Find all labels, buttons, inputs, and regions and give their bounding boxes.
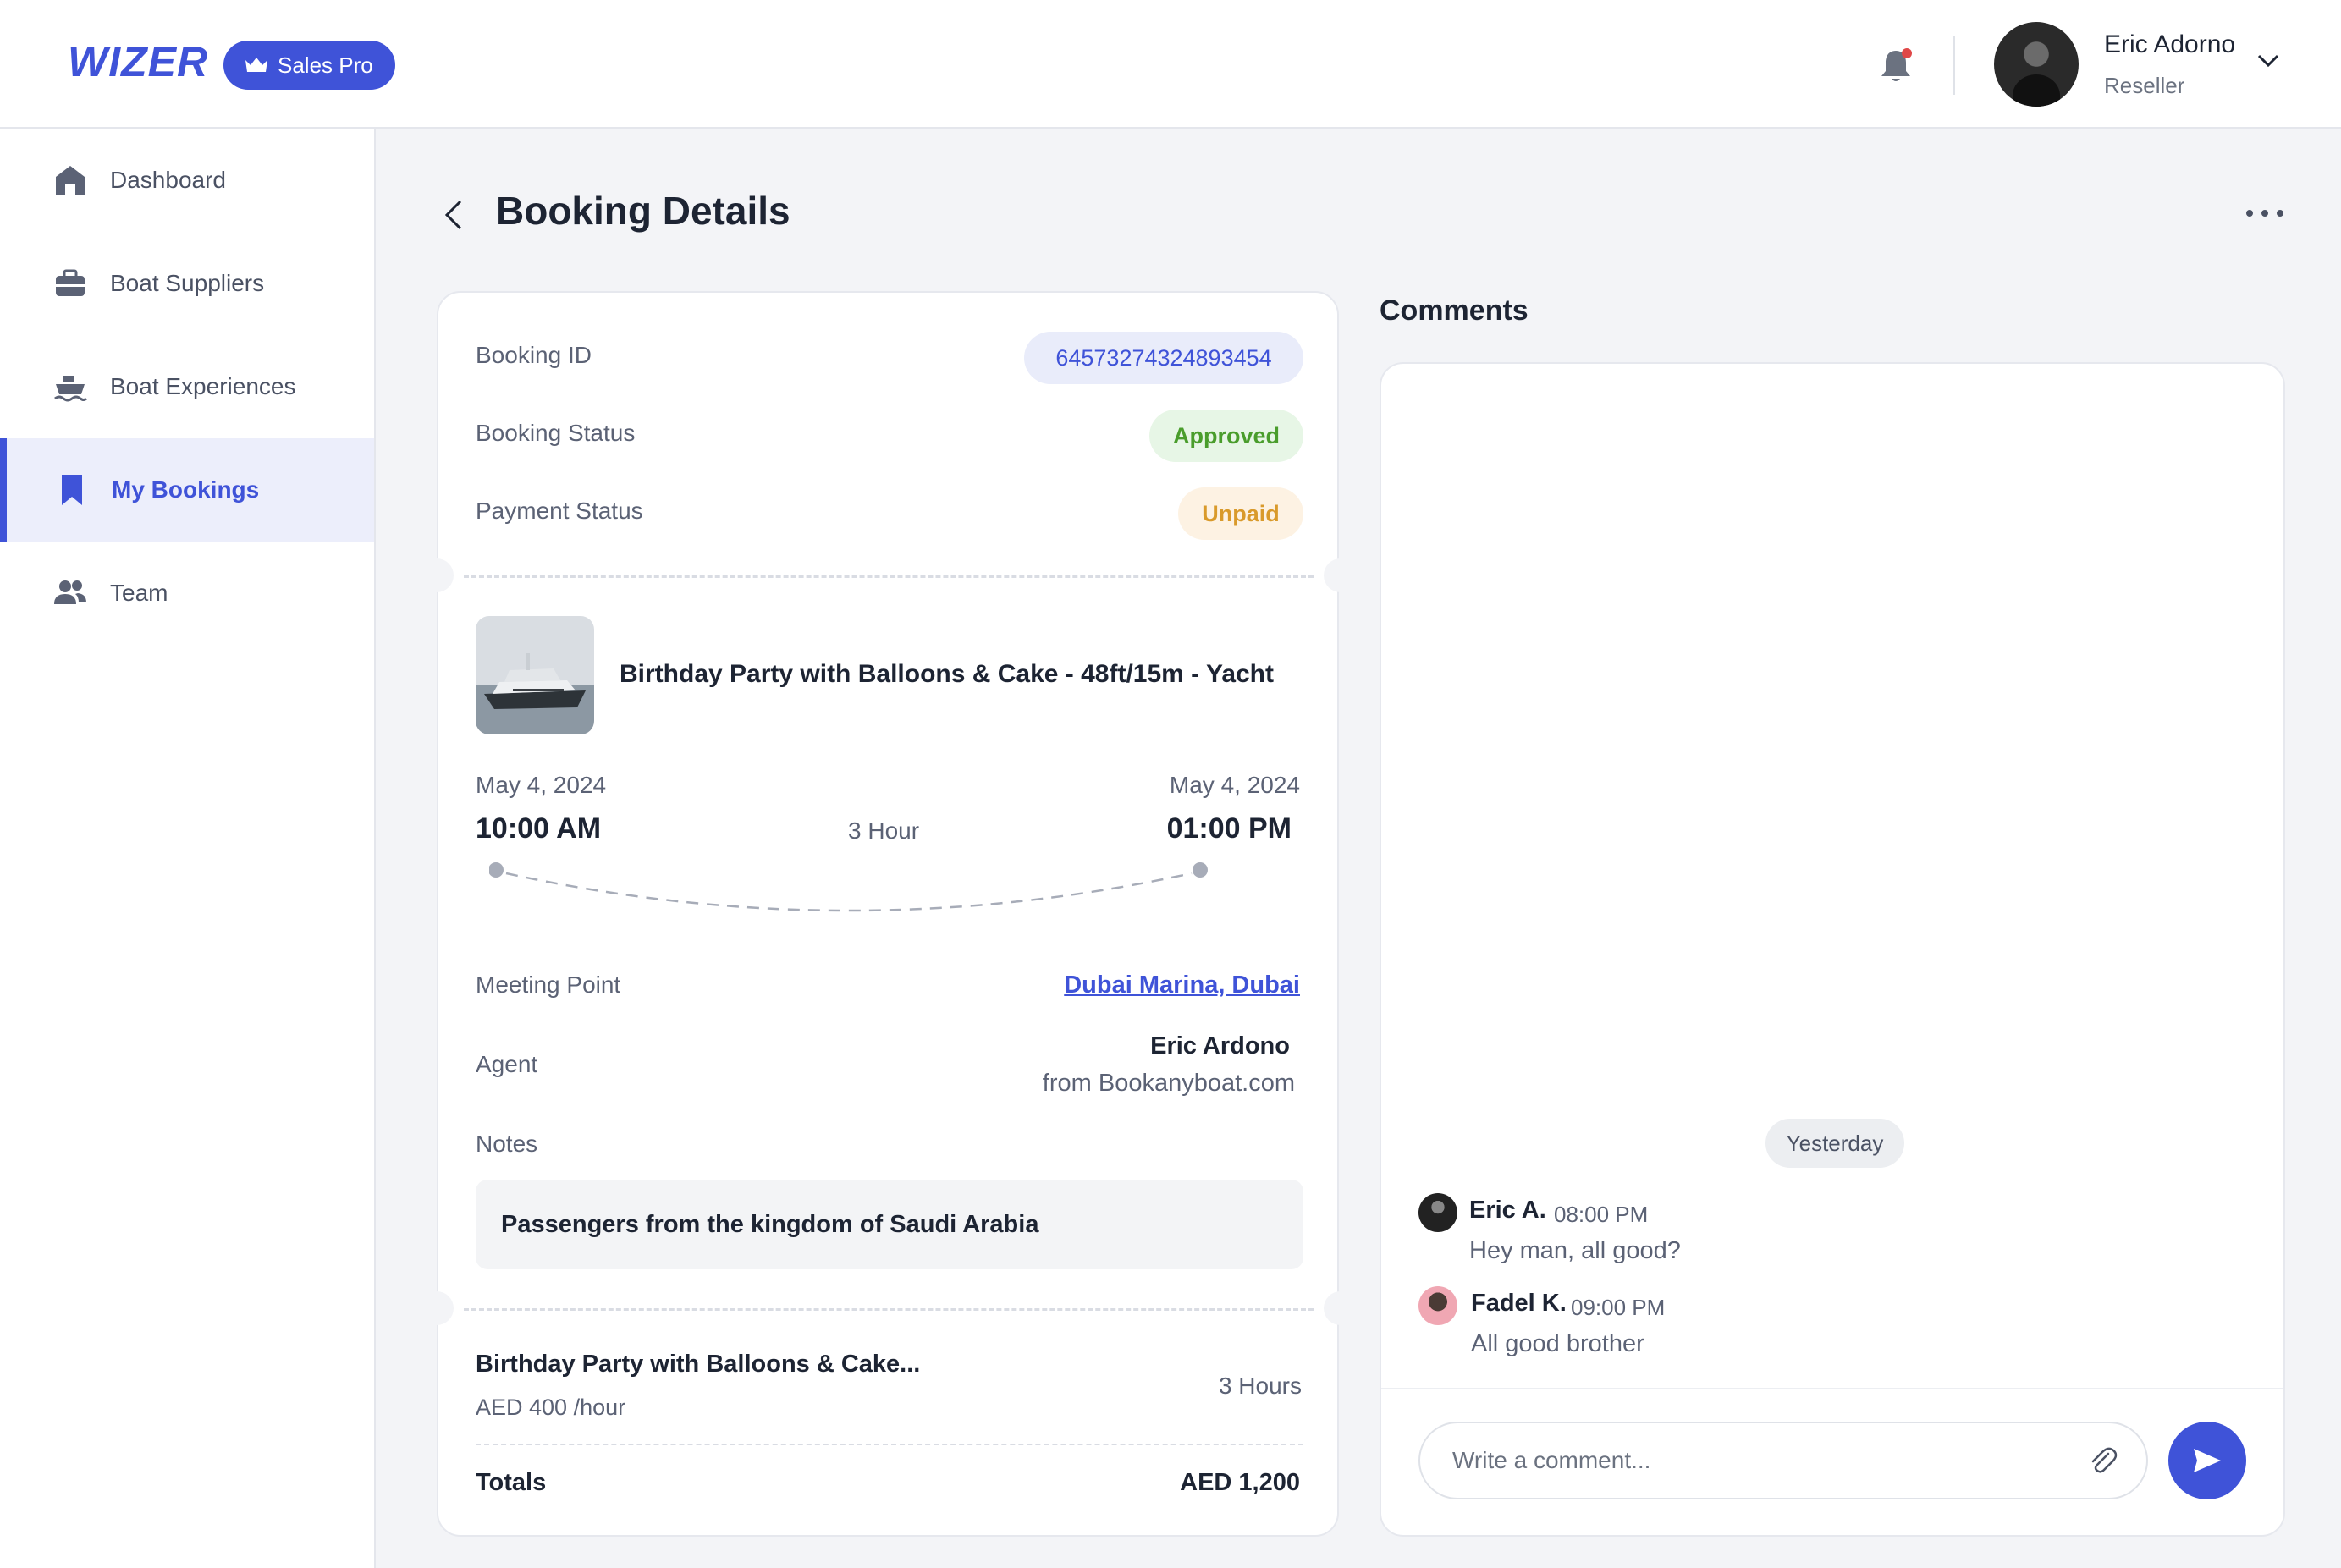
meeting-point-link[interactable]: Dubai Marina, Dubai <box>1064 971 1300 999</box>
sidebar-item-label: My Bookings <box>112 476 260 503</box>
notes-text: Passengers from the kingdom of Saudi Ara… <box>501 1210 1039 1238</box>
comment-author: Eric A. <box>1469 1197 1546 1224</box>
booking-status-badge: Approved <box>1149 410 1303 462</box>
day-separator-chip: Yesterday <box>1765 1119 1904 1168</box>
header-divider <box>1953 36 1955 95</box>
chevron-down-icon[interactable] <box>2256 52 2280 69</box>
sidebar-item-my-bookings[interactable]: My Bookings <box>0 438 374 542</box>
booking-id-badge: 64573274324893454 <box>1024 332 1303 384</box>
comment-text: Hey man, all good? <box>1469 1237 1681 1264</box>
notification-bell-icon[interactable] <box>1877 46 1914 86</box>
app-logo[interactable]: WIZER <box>68 37 208 86</box>
attachment-icon[interactable] <box>2085 1444 2119 1477</box>
user-role: Reseller <box>2104 73 2185 98</box>
sidebar-item-boat-suppliers[interactable]: Boat Suppliers <box>0 232 374 335</box>
ticket-notch <box>420 1291 454 1325</box>
sidebar-item-boat-experiences[interactable]: Boat Experiences <box>0 335 374 438</box>
end-time: 01:00 PM <box>1166 812 1292 845</box>
comment-text: All good brother <box>1471 1330 1644 1357</box>
comment-time: 09:00 PM <box>1571 1295 1666 1320</box>
ticket-notch <box>1324 558 1358 592</box>
payment-status-badge: Unpaid <box>1178 487 1303 540</box>
comment-avatar <box>1418 1193 1457 1232</box>
notification-dot <box>1902 48 1912 58</box>
summary-item-hours: 3 Hours <box>1218 1373 1302 1399</box>
send-icon <box>2194 1449 2221 1472</box>
totals-label: Totals <box>476 1469 547 1496</box>
booking-details-card: Booking ID 64573274324893454 Booking Sta… <box>420 291 1358 1537</box>
totals-value: AED 1,200 <box>1180 1469 1300 1496</box>
boat-thumbnail[interactable] <box>476 616 594 734</box>
crown-icon <box>245 58 267 72</box>
end-date: May 4, 2024 <box>1169 772 1300 798</box>
back-chevron-icon[interactable] <box>442 198 465 232</box>
ticket-notch <box>1324 1291 1358 1325</box>
booking-status-label: Booking Status <box>476 420 636 446</box>
briefcase-icon <box>56 269 85 296</box>
user-avatar[interactable] <box>1994 22 2079 107</box>
comment-input[interactable] <box>1418 1422 2148 1499</box>
dashed-divider <box>464 575 1314 578</box>
start-time: 10:00 AM <box>476 812 602 845</box>
experience-title: Birthday Party with Balloons & Cake - 48… <box>620 660 1274 688</box>
trip-duration: 3 Hour <box>848 817 920 844</box>
plan-badge[interactable]: Sales Pro <box>223 41 395 90</box>
yacht-image <box>484 653 586 709</box>
dashed-divider <box>476 1444 1303 1445</box>
sidebar-item-dashboard[interactable]: Dashboard <box>0 129 374 232</box>
plan-badge-label: Sales Pro <box>278 52 373 78</box>
comment-author: Fadel K. <box>1471 1290 1567 1317</box>
meeting-point-label: Meeting Point <box>476 971 621 998</box>
top-header: WIZER Sales Pro Eric Adorno Reseller <box>0 0 2341 129</box>
start-date: May 4, 2024 <box>476 772 607 798</box>
summary-item-title: Birthday Party with Balloons & Cake... <box>476 1351 921 1378</box>
agent-label: Agent <box>476 1051 538 1077</box>
comments-divider <box>1381 1388 2283 1389</box>
sidebar-item-label: Boat Suppliers <box>110 270 265 296</box>
sidebar: Dashboard Boat Suppliers Boat Experience… <box>0 129 376 1568</box>
home-icon <box>56 166 85 195</box>
trip-timeline-arc <box>489 862 1208 912</box>
sidebar-item-label: Team <box>110 580 168 606</box>
booking-id-label: Booking ID <box>476 342 592 368</box>
comment-time: 08:00 PM <box>1554 1202 1649 1227</box>
agent-company: from Bookanyboat.com <box>1042 1070 1295 1097</box>
comments-panel: Yesterday Eric A. 08:00 PM Hey man, all … <box>1380 362 2285 1537</box>
comment-avatar <box>1418 1286 1457 1325</box>
comments-title: Comments <box>1380 294 1529 327</box>
send-comment-button[interactable] <box>2168 1422 2246 1499</box>
sidebar-item-label: Boat Experiences <box>110 373 296 399</box>
summary-item-rate: AED 400 /hour <box>476 1395 626 1420</box>
dashed-divider <box>464 1308 1314 1311</box>
notes-box: Passengers from the kingdom of Saudi Ara… <box>476 1180 1303 1269</box>
user-name: Eric Adorno <box>2104 30 2236 58</box>
agent-name: Eric Ardono <box>1150 1032 1290 1059</box>
notes-label: Notes <box>476 1131 538 1157</box>
users-icon <box>54 580 86 604</box>
sidebar-item-label: Dashboard <box>110 167 226 193</box>
ship-icon <box>54 376 88 402</box>
page-title: Booking Details <box>496 189 790 233</box>
ticket-notch <box>420 558 454 592</box>
bookmark-icon <box>62 475 82 505</box>
more-options-icon[interactable] <box>2245 203 2285 223</box>
payment-status-label: Payment Status <box>476 498 643 524</box>
sidebar-item-team[interactable]: Team <box>0 542 374 645</box>
